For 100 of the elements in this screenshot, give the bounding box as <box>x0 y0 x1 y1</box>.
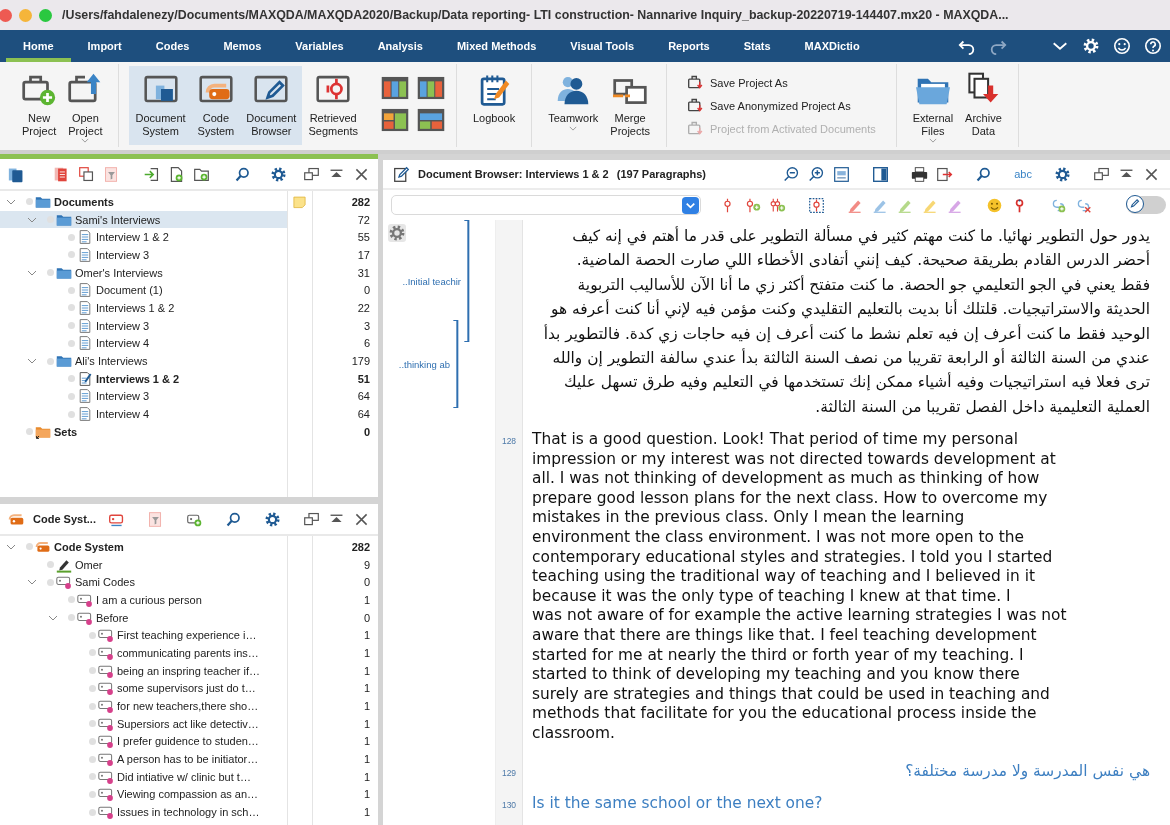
pin-plus-icon[interactable] <box>744 196 761 214</box>
tree-row[interactable]: Interview 3 17 <box>0 246 378 264</box>
activation-dot[interactable] <box>68 614 75 622</box>
ribbon-button[interactable]: Open Project <box>62 66 109 145</box>
ribbon-action[interactable]: Save Anonymized Project As <box>687 97 876 114</box>
actual-size-icon[interactable] <box>833 165 851 183</box>
pins-plus-icon[interactable] <box>769 196 786 214</box>
activation-dot[interactable] <box>68 233 75 241</box>
activation-dot[interactable] <box>68 392 75 400</box>
tree-row[interactable]: I am a curious person 1 <box>0 591 378 609</box>
activation-dot[interactable] <box>89 737 96 745</box>
tree-row[interactable]: First teaching experience i… 1 <box>0 626 378 645</box>
activation-dot[interactable] <box>47 578 54 586</box>
search-icon[interactable] <box>975 165 993 183</box>
tree-row[interactable]: Interviews 1 & 2 22 <box>0 299 378 317</box>
activation-dot[interactable] <box>47 357 54 365</box>
activation-dot[interactable] <box>47 561 54 569</box>
tree-row[interactable]: Interview 3 3 <box>0 316 378 335</box>
side-panel-icon[interactable] <box>872 165 890 183</box>
ribbon-tab[interactable]: Stats <box>726 30 788 62</box>
layout-icon[interactable] <box>415 106 446 134</box>
pin-box-icon[interactable] <box>808 196 825 214</box>
activation-dot[interactable] <box>89 684 96 692</box>
settings-icon[interactable] <box>263 510 281 528</box>
activation-dot[interactable] <box>68 339 75 347</box>
ribbon-button[interactable]: Logbook <box>466 66 522 145</box>
tree-row[interactable]: Did intiative w/ clinic but t… 1 <box>0 767 378 786</box>
filter-icon[interactable] <box>146 510 164 528</box>
coding-stripe-label[interactable]: ..Initial teachir <box>402 275 461 287</box>
coding-stripe-label[interactable]: ..thinking ab <box>398 358 450 370</box>
tree-row[interactable]: A person has to be initiator… 1 <box>0 750 378 768</box>
tree-row[interactable]: Before 0 <box>0 608 378 627</box>
search-icon[interactable] <box>224 510 242 528</box>
tree-row[interactable]: for new teachers,there sho… 1 <box>0 697 378 715</box>
tree-row[interactable]: Interviews 1 & 2 51 <box>0 369 378 388</box>
tree-row[interactable]: Sets 0 <box>0 422 378 441</box>
tree-row[interactable]: Ali's Interviews 179 <box>0 352 378 370</box>
export-icon[interactable] <box>936 165 954 183</box>
coding-stripe[interactable] <box>452 320 460 408</box>
tree-row[interactable]: Documents 282 <box>0 193 378 211</box>
ribbon-tab[interactable]: Variables <box>278 30 361 62</box>
activation-dot[interactable] <box>89 790 96 798</box>
undock-icon[interactable] <box>303 165 320 183</box>
activation-dot[interactable] <box>26 543 33 551</box>
smiley-icon[interactable] <box>1113 37 1131 55</box>
tree-row[interactable]: Document (1) 0 <box>0 281 378 300</box>
ribbon-button[interactable]: Document Browser <box>240 66 303 145</box>
dropdown-icon[interactable] <box>682 196 699 214</box>
filter-icon[interactable] <box>102 165 120 183</box>
tree-row[interactable]: I prefer guidence to studen… 1 <box>0 732 378 751</box>
settings-icon[interactable] <box>270 165 287 183</box>
coding-stripe[interactable] <box>463 220 471 342</box>
ribbon-tab[interactable]: Codes <box>138 30 207 62</box>
ribbon-tab[interactable]: Import <box>70 30 139 62</box>
activation-dot[interactable] <box>68 322 75 330</box>
layout-icon[interactable] <box>379 74 410 102</box>
window-close-button[interactable] <box>0 8 12 22</box>
help-icon[interactable] <box>1144 37 1162 55</box>
activation-dot[interactable] <box>89 702 96 710</box>
tree-row[interactable]: Interview 4 6 <box>0 334 378 353</box>
activation-dot[interactable] <box>89 755 96 763</box>
settings-icon[interactable] <box>388 224 406 242</box>
spellcheck-button[interactable]: abc <box>1014 168 1032 180</box>
tree-row[interactable]: some supervisors just do t… 1 <box>0 679 378 698</box>
zoom-out-icon[interactable] <box>783 165 801 183</box>
activation-dot[interactable] <box>68 410 75 418</box>
ribbon-tab[interactable]: MAXDictio <box>787 30 877 62</box>
activation-dot[interactable] <box>68 596 75 604</box>
ribbon-tab[interactable]: Visual Tools <box>553 30 652 62</box>
activation-dot[interactable] <box>68 375 75 383</box>
tree-row[interactable]: Issues in technology in sch… 1 <box>0 803 378 821</box>
tree-row[interactable]: Viewing compassion as an… 1 <box>0 785 378 804</box>
tree-row[interactable]: Sami Codes 0 <box>0 573 378 592</box>
activation-dot[interactable] <box>89 720 96 728</box>
activation-dot[interactable] <box>89 649 96 657</box>
activation-dot[interactable] <box>89 808 96 816</box>
ribbon-button[interactable]: Document System <box>129 66 192 145</box>
tree-row[interactable]: Interview 3 64 <box>0 387 378 406</box>
activation-dot[interactable] <box>89 667 96 675</box>
ribbon-button[interactable]: Archive Data <box>959 66 1008 145</box>
edit-toggle[interactable] <box>1126 196 1166 214</box>
ribbon-tab[interactable]: Reports <box>651 30 727 62</box>
zoom-in-icon[interactable] <box>808 165 826 183</box>
activation-dot[interactable] <box>26 428 33 436</box>
activation-dot[interactable] <box>68 286 75 294</box>
tree-row[interactable]: Interview 1 & 2 55 <box>0 228 378 247</box>
documents-icon[interactable] <box>52 165 70 183</box>
activation-dot[interactable] <box>68 304 75 312</box>
ribbon-button[interactable]: Retrieved Segments <box>302 66 364 145</box>
smiley-icon[interactable] <box>986 196 1003 214</box>
tree-row[interactable]: being an inspring teacher if… 1 <box>0 661 378 680</box>
ribbon-button[interactable]: New Project <box>16 66 63 145</box>
tree-row[interactable]: communicating parents ins… 1 <box>0 644 378 662</box>
ribbon-button[interactable]: Code System <box>191 66 241 145</box>
code-dropdown-field[interactable] <box>391 195 701 215</box>
activation-dot[interactable] <box>26 198 33 206</box>
import-icon[interactable] <box>143 165 161 183</box>
activation-dot[interactable] <box>47 269 54 277</box>
search-icon[interactable] <box>233 165 251 183</box>
tree-row[interactable]: Omer's Interviews 31 <box>0 263 378 282</box>
